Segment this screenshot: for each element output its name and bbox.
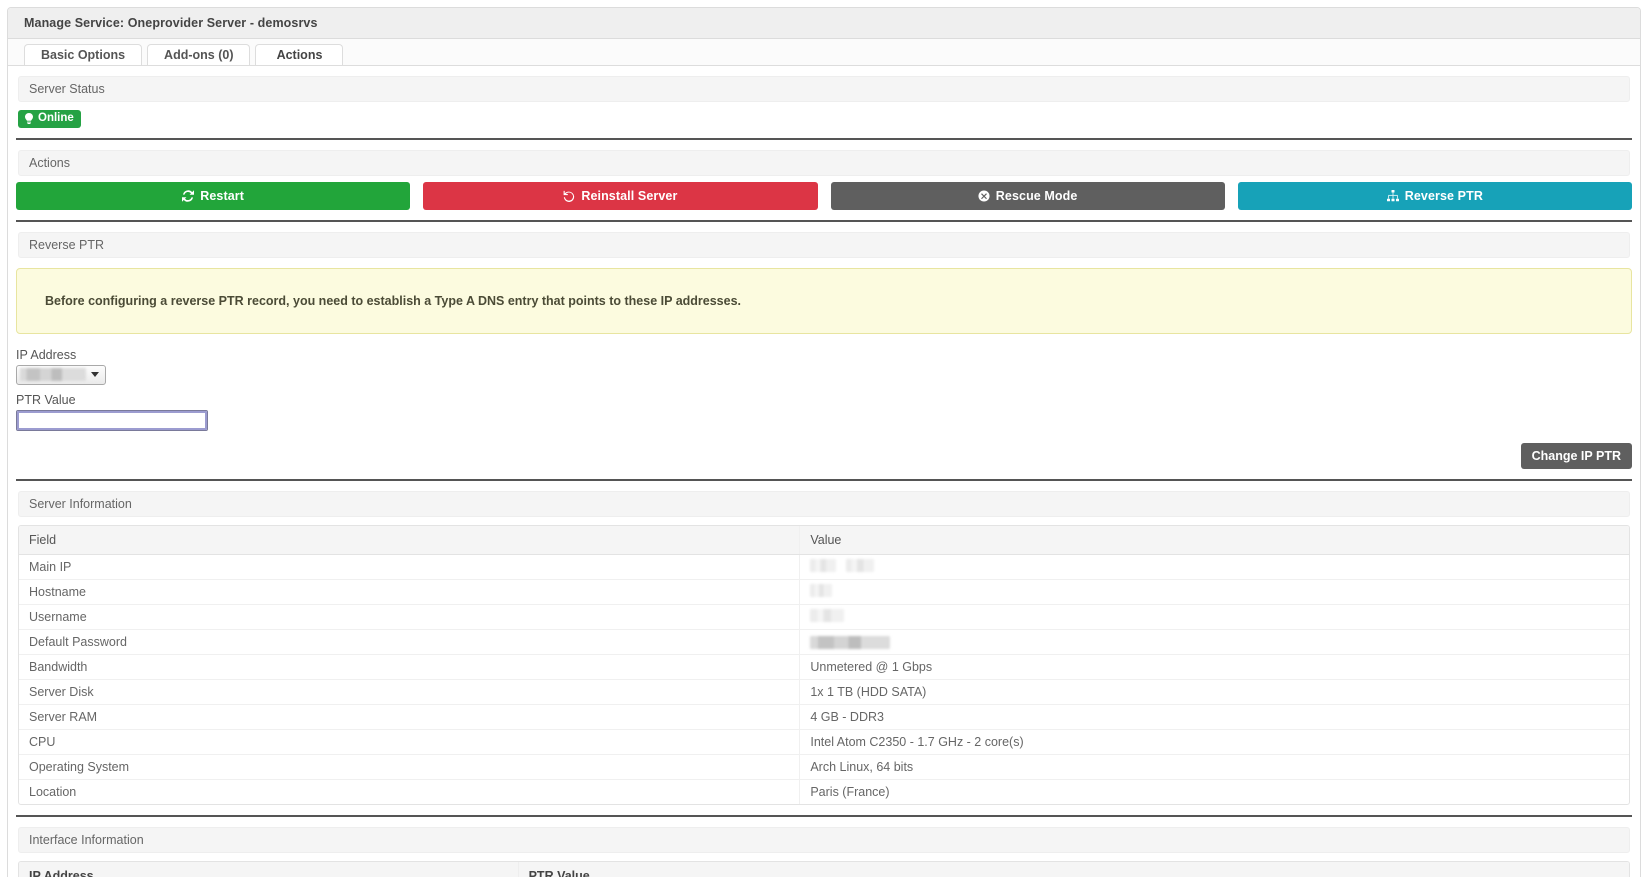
cell-value: 4 GB - DDR3: [799, 704, 1629, 731]
tab-bar: Basic Options Add-ons (0) Actions: [8, 39, 1640, 66]
cell-field: Username: [19, 604, 801, 631]
section-reverse-ptr-title: Reverse PTR: [29, 237, 105, 252]
cell-field: Main IP: [19, 554, 801, 580]
redacted-value: [810, 583, 833, 597]
table-row: Hostname: [19, 579, 1629, 605]
status-badge-label: Online: [38, 112, 74, 124]
refresh-icon: [182, 189, 195, 202]
restart-button-label: Restart: [200, 188, 245, 203]
chevron-down-icon: [91, 372, 99, 377]
rescue-mode-button-label: Rescue Mode: [995, 188, 1078, 203]
cell-value: [799, 604, 1629, 631]
times-circle-icon: [978, 189, 990, 202]
redacted-value: [810, 636, 891, 650]
server-information-thead: Field Value: [19, 525, 1629, 555]
cell-field: Server Disk: [19, 679, 801, 706]
cell-value: 1x 1 TB (HDD SATA): [799, 679, 1629, 706]
cell-field: Default Password: [19, 629, 801, 656]
column-header-ptr-value: PTR Value: [518, 862, 1629, 877]
tab-actions[interactable]: Actions: [255, 44, 344, 65]
redacted-value: [810, 558, 837, 572]
table-row: Main IP: [19, 554, 1629, 580]
table-row: Location Paris (France): [19, 779, 1629, 805]
server-information-table-wrap: Field Value Main IP Hostname Username Defau…: [18, 524, 1630, 806]
section-server-information-title: Server Information: [29, 496, 132, 511]
divider-2: [16, 219, 1632, 222]
cell-value: Intel Atom C2350 - 1.7 GHz - 2 core(s): [799, 729, 1629, 756]
cell-field: CPU: [19, 729, 801, 756]
table-row: Server RAM 4 GB - DDR3: [19, 704, 1629, 731]
interface-information-thead: IP Address PTR Value: [19, 862, 1629, 877]
ip-address-select[interactable]: [16, 364, 106, 385]
section-server-status-title: Server Status: [29, 82, 105, 96]
cell-value: Unmetered @ 1 Gbps: [799, 654, 1629, 681]
cell-value: [799, 554, 1629, 580]
ptr-value-input[interactable]: [16, 409, 208, 431]
interface-information-table-wrap: IP Address PTR Value: [18, 861, 1630, 877]
section-actions-title: Actions: [29, 155, 70, 170]
tab-add-ons[interactable]: Add-ons (0): [147, 44, 251, 65]
reinstall-server-button[interactable]: Reinstall Server: [423, 181, 818, 210]
column-header-value: Value: [799, 525, 1629, 555]
table-row: Default Password: [19, 629, 1629, 656]
action-buttons-row: Restart Reinstall Server Rescue Mode Rev…: [8, 176, 1640, 210]
interface-information-table: IP Address PTR Value: [19, 862, 1629, 877]
server-status-body: Online: [8, 102, 1640, 128]
app-window: Manage Service: Oneprovider Server - dem…: [0, 0, 1648, 877]
table-row: Operating System Arch Linux, 64 bits: [19, 754, 1629, 781]
divider-3: [16, 478, 1632, 481]
table-row: Bandwidth Unmetered @ 1 Gbps: [19, 654, 1629, 681]
divider-1: [16, 137, 1632, 140]
sitemap-icon: [1386, 189, 1399, 202]
ip-address-selected-value: [20, 368, 86, 381]
cell-value: [799, 579, 1629, 605]
change-ip-ptr-button[interactable]: Change IP PTR: [1520, 442, 1632, 469]
cell-value: [799, 629, 1629, 656]
section-server-status-header: Server Status: [18, 76, 1630, 102]
tab-panel-actions: Server Status Online Actions Restart Rei…: [8, 76, 1640, 877]
undo-icon: [563, 190, 575, 202]
table-row: Server Disk 1x 1 TB (HDD SATA): [19, 679, 1629, 706]
section-interface-information-title: Interface Information: [29, 833, 144, 848]
server-information-table: Field Value Main IP Hostname Username Defau…: [19, 525, 1629, 805]
table-header-row: IP Address PTR Value: [19, 862, 1629, 877]
reverse-ptr-alert-text: Before configuring a reverse PTR record,…: [45, 293, 742, 308]
cell-field: Operating System: [19, 754, 801, 781]
panel-heading: Manage Service: Oneprovider Server - dem…: [8, 8, 1640, 39]
table-row: CPU Intel Atom C2350 - 1.7 GHz - 2 core(s…: [19, 729, 1629, 756]
section-actions-header: Actions: [18, 149, 1630, 176]
reverse-ptr-button-label: Reverse PTR: [1404, 188, 1483, 203]
table-header-row: Field Value: [19, 525, 1629, 555]
status-badge: Online: [18, 110, 81, 128]
tab-basic-options[interactable]: Basic Options: [24, 44, 143, 65]
server-information-tbody: Main IP Hostname Username Default Password B…: [19, 554, 1629, 805]
manage-service-panel: Manage Service: Oneprovider Server - dem…: [7, 7, 1641, 877]
reinstall-server-button-label: Reinstall Server: [581, 188, 678, 203]
reverse-ptr-button[interactable]: Reverse PTR: [1237, 181, 1632, 210]
section-server-information-header: Server Information: [18, 490, 1630, 517]
cell-field: Location: [19, 779, 801, 805]
reverse-ptr-submit-row: Change IP PTR: [8, 431, 1640, 469]
section-reverse-ptr-header: Reverse PTR: [18, 231, 1630, 258]
page-title: Manage Service: Oneprovider Server - dem…: [24, 16, 318, 30]
column-header-field: Field: [19, 525, 801, 555]
column-header-ip-address: IP Address: [19, 862, 519, 877]
reverse-ptr-form: IP Address PTR Value: [8, 334, 1640, 431]
table-row: Username: [19, 604, 1629, 631]
cell-field: Hostname: [19, 579, 801, 605]
divider-4: [16, 815, 1632, 818]
ip-address-label: IP Address: [16, 347, 77, 362]
restart-button[interactable]: Restart: [16, 181, 411, 210]
redacted-value: [810, 609, 845, 623]
ptr-value-label: PTR Value: [16, 392, 76, 407]
reverse-ptr-alert: Before configuring a reverse PTR record,…: [16, 267, 1632, 334]
cell-value: Arch Linux, 64 bits: [799, 754, 1629, 781]
cell-field: Server RAM: [19, 704, 801, 731]
cell-field: Bandwidth: [19, 654, 801, 681]
section-interface-information-header: Interface Information: [18, 827, 1630, 854]
power-icon: [24, 113, 34, 125]
rescue-mode-button[interactable]: Rescue Mode: [830, 181, 1225, 210]
cell-value: Paris (France): [810, 785, 890, 800]
redacted-value: [846, 558, 875, 572]
